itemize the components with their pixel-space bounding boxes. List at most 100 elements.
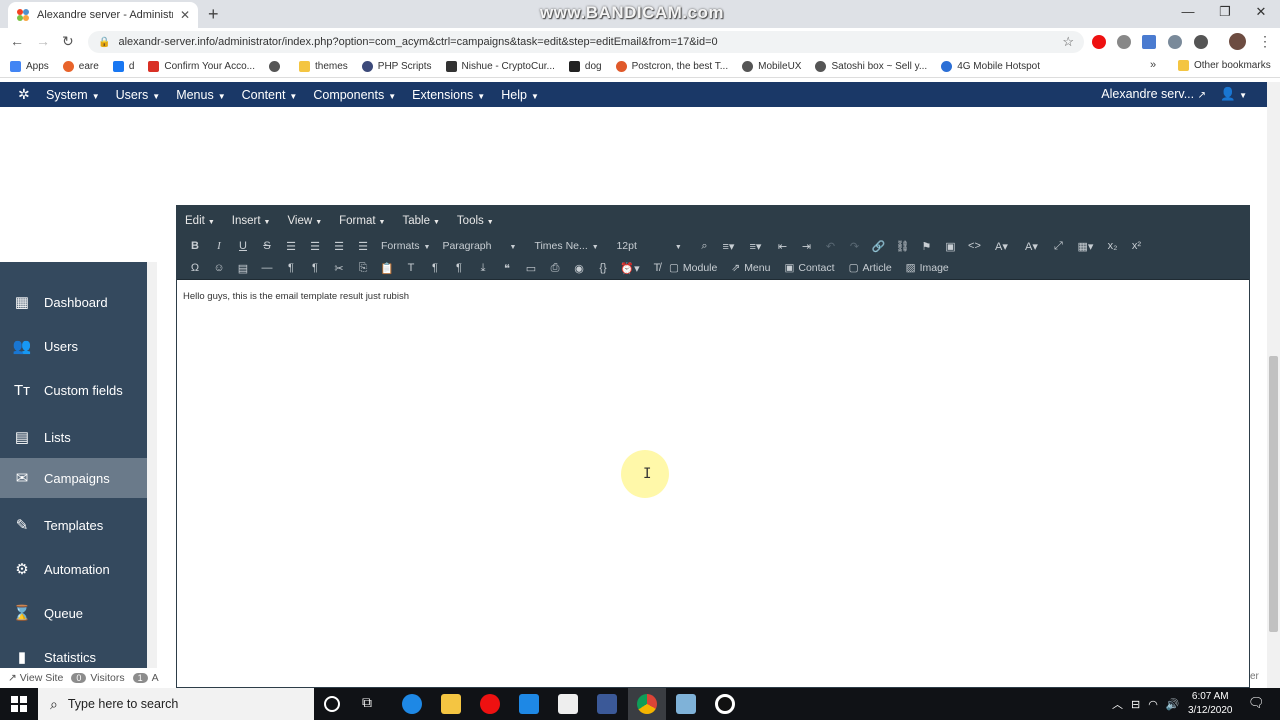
insert-module-button[interactable]: ▢ Module [669,262,717,274]
admins-status[interactable]: 1A [132,672,159,684]
menu-components[interactable]: Components ▼ [313,88,396,102]
fullscreen-icon[interactable]: ⤢ [1046,240,1070,253]
forward-icon[interactable]: → [36,33,50,49]
editor-menu-edit[interactable]: Edit ▼ [185,215,215,227]
table-icon[interactable]: ▦▾ [1070,240,1100,253]
sidebar-item-automation[interactable]: ⚙ Automation [0,549,147,589]
restore-icon[interactable]: ❐ [1215,4,1235,20]
bookmark-item[interactable]: Satoshi box ~ Sell y... [815,61,927,72]
insert-article-button[interactable]: ▢ Article [849,262,892,274]
start-button[interactable] [0,688,38,720]
new-tab-button[interactable]: + [208,4,219,25]
superscript-icon[interactable]: x² [1124,240,1148,252]
align-center-icon[interactable]: ☰ [303,240,327,253]
bold-icon[interactable]: B [183,240,207,252]
browser-menu-icon[interactable]: ⋮ [1258,33,1272,50]
bookmark-item[interactable]: MobileUX [742,61,801,72]
insert-template-icon[interactable]: ⤓ [471,262,495,275]
italic-icon[interactable]: I [207,240,231,252]
outdent-icon[interactable]: ⇤ [770,240,794,253]
bookmark-item[interactable]: PHP Scripts [361,61,432,72]
taskbar-clock[interactable]: 6:07 AM 3/12/2020 [1188,690,1233,718]
network-icon[interactable]: ⊟ [1131,698,1140,711]
address-bar[interactable]: 🔒 alexandr-server.info/administrator/ind… [88,31,1084,53]
paste-icon[interactable]: 📋 [375,262,399,275]
link-icon[interactable]: 🔗 [866,240,890,253]
numbered-list-icon[interactable]: ≡▾ [740,240,770,253]
font-size-dropdown[interactable]: 12pt ▼ [616,240,686,252]
redo-icon[interactable]: ↷ [842,240,866,253]
visual-blocks-icon[interactable]: ¶ [423,262,447,274]
code-sample-icon[interactable]: {} [591,262,615,274]
browser-tab[interactable]: Alexandre server - Administratio ✕ [8,2,198,28]
image-icon[interactable]: ▣ [938,240,962,253]
view-site-link[interactable]: ↗ View Site [8,672,63,684]
taskbar-search[interactable]: ⌕ Type here to search [38,688,314,720]
extension-icon[interactable] [1194,35,1208,49]
bookmark-item[interactable]: Confirm Your Acco... [148,61,255,72]
menu-system[interactable]: System ▼ [46,88,100,102]
find-replace-icon[interactable]: ⌕ [692,240,716,253]
editor-menu-view[interactable]: View ▼ [287,215,322,227]
store-icon[interactable] [558,694,578,714]
wifi-icon[interactable]: ◠ [1148,698,1158,711]
editor-menu-insert[interactable]: Insert ▼ [232,215,271,227]
insert-menu-button[interactable]: ⇗ Menu [731,262,770,274]
sidebar-item-campaigns[interactable]: ✉ Campaigns [0,458,147,498]
media-icon[interactable]: ▤ [231,262,255,275]
preview-icon[interactable]: ◉ [567,262,591,275]
bookmarks-overflow-icon[interactable]: » [1150,59,1156,71]
formats-dropdown[interactable]: Formats ▼ [381,240,430,252]
task-view-icon[interactable]: ⧉ [362,694,382,714]
bookmark-item[interactable]: themes [298,61,348,72]
user-menu[interactable]: 👤 ▼ [1220,87,1247,102]
editor-menu-format[interactable]: Format ▼ [339,215,385,227]
bookmark-star-icon[interactable]: ☆ [1062,34,1074,50]
undo-icon[interactable]: ↶ [818,240,842,253]
code-icon[interactable]: <> [962,240,986,252]
file-explorer-icon[interactable] [441,694,461,714]
subscript-icon[interactable]: x₂ [1100,240,1124,252]
menu-menus[interactable]: Menus ▼ [176,88,225,102]
volume-icon[interactable]: 🔊 [1166,698,1180,711]
chrome-icon[interactable] [637,694,657,714]
bookmark-item[interactable] [268,61,285,72]
bookmark-item[interactable]: eare [62,61,99,72]
extension-icon[interactable] [1168,35,1182,49]
site-link[interactable]: Alexandre serv... ↗ [1101,87,1206,102]
indent-icon[interactable]: ⇥ [794,240,818,253]
copy-icon[interactable]: ⎘ [351,262,375,275]
special-char-icon[interactable]: Ω [183,262,207,274]
back-icon[interactable]: ← [10,33,24,49]
mail-icon[interactable] [519,694,539,714]
align-left-icon[interactable]: ☰ [279,240,303,253]
emoticons-icon[interactable]: ☺ [207,262,231,274]
text-color-icon[interactable]: A▾ [986,240,1016,253]
sidebar-item-lists[interactable]: ▤ Lists [0,417,147,457]
editor-content[interactable]: Hello guys, this is the email template r… [183,291,409,302]
ltr-icon[interactable]: ¶ [279,262,303,274]
sidebar-item-queue[interactable]: ⌛ Queue [0,593,147,633]
visitors-status[interactable]: 0 Visitors [71,672,125,684]
align-justify-icon[interactable]: ☰ [351,240,375,253]
unlink-icon[interactable]: ⛓ [890,240,914,253]
menu-help[interactable]: Help ▼ [501,88,539,102]
translate-extension-icon[interactable] [1142,35,1156,49]
datetime-icon[interactable]: ⏰▾ [615,262,645,275]
bookmark-item[interactable]: Nishue - CryptoCur... [445,61,555,72]
insert-contact-button[interactable]: ▣ Contact [784,262,834,274]
menu-extensions[interactable]: Extensions ▼ [412,88,485,102]
page-break-icon[interactable]: ▭ [519,262,543,275]
bandicam-icon[interactable] [715,694,735,714]
extension-icon[interactable] [1117,35,1131,49]
tray-chevron-icon[interactable]: ︿ [1112,696,1123,712]
opera-extension-icon[interactable] [1092,35,1106,49]
cut-icon[interactable]: ✂ [327,262,351,275]
sidebar-item-statistics[interactable]: ▮ Statistics [0,637,147,668]
font-family-dropdown[interactable]: Times Ne... ▼ [534,240,604,252]
profile-avatar[interactable] [1229,33,1246,50]
align-right-icon[interactable]: ☰ [327,240,351,253]
editor-menu-table[interactable]: Table ▼ [402,215,439,227]
close-tab-icon[interactable]: ✕ [180,8,190,22]
horizontal-rule-icon[interactable]: — [255,262,279,274]
